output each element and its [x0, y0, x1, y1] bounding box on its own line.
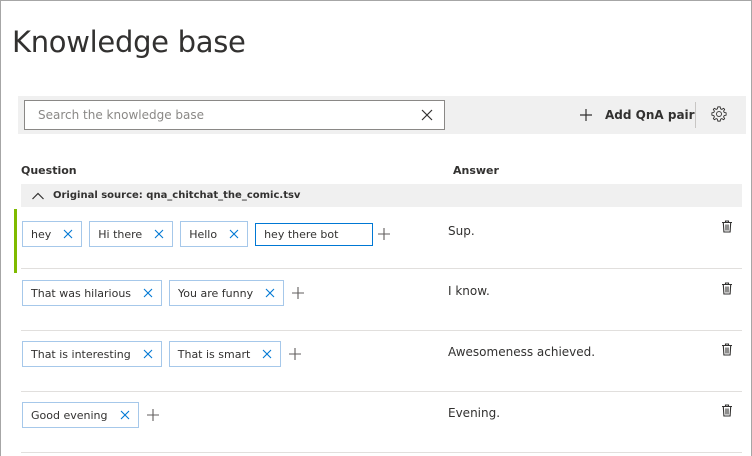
- question-text: Hello: [189, 227, 218, 241]
- remove-question-icon[interactable]: [143, 349, 153, 359]
- qna-row[interactable]: hey Hi there Hello Sup.: [14, 208, 742, 273]
- question-text: hey: [31, 227, 52, 241]
- plus-icon[interactable]: [377, 227, 391, 241]
- column-header-question: Question: [21, 164, 77, 177]
- plus-icon[interactable]: [288, 347, 302, 361]
- question-text: You are funny: [178, 286, 254, 300]
- new-question-input[interactable]: [255, 222, 374, 246]
- qna-row[interactable]: That was hilarious You are funny I know.: [21, 270, 742, 331]
- question-text: Hi there: [98, 227, 143, 241]
- search-input[interactable]: [25, 101, 410, 129]
- add-qna-pair-label: Add QnA pair: [605, 108, 695, 122]
- column-header-answer: Answer: [453, 164, 499, 177]
- question-text: Good evening: [31, 408, 108, 422]
- source-group-header[interactable]: Original source: qna_chitchat_the_comic.…: [21, 184, 742, 207]
- gear-icon[interactable]: [710, 105, 728, 123]
- remove-question-icon[interactable]: [154, 229, 164, 239]
- source-label: Original source: qna_chitchat_the_comic.…: [53, 190, 301, 201]
- search-box: [24, 100, 445, 130]
- question-text: That is smart: [177, 347, 251, 361]
- question-text: That is interesting: [31, 347, 131, 361]
- remove-question-icon[interactable]: [63, 229, 73, 239]
- question-list: Good evening: [22, 402, 160, 428]
- trash-icon[interactable]: [721, 343, 733, 356]
- add-qna-pair-button[interactable]: Add QnA pair: [579, 104, 695, 126]
- question-text: That was hilarious: [31, 286, 132, 300]
- question-tag: That is smart: [168, 341, 282, 367]
- close-icon[interactable]: [420, 108, 434, 122]
- remove-question-icon[interactable]: [143, 288, 153, 298]
- toolbar-divider: [695, 102, 696, 128]
- answer-text[interactable]: Evening.: [448, 406, 500, 420]
- question-tag: That was hilarious: [22, 280, 163, 306]
- question-list: That is interesting That is smart: [22, 341, 302, 367]
- question-list: That was hilarious You are funny: [22, 280, 305, 306]
- question-tag: hey: [22, 221, 83, 247]
- chevron-up-icon[interactable]: [31, 189, 45, 203]
- question-tag: Hi there: [89, 221, 174, 247]
- answer-text[interactable]: Awesomeness achieved.: [448, 345, 595, 359]
- remove-question-icon[interactable]: [120, 410, 130, 420]
- qna-row[interactable]: That is interesting That is smart Awesom…: [21, 331, 742, 392]
- trash-icon[interactable]: [721, 404, 733, 417]
- remove-question-icon[interactable]: [262, 349, 272, 359]
- remove-question-icon[interactable]: [229, 229, 239, 239]
- qna-row[interactable]: Good evening Evening.: [21, 392, 742, 453]
- question-list: hey Hi there Hello: [22, 221, 391, 247]
- plus-icon[interactable]: [146, 408, 160, 422]
- toolbar: Add QnA pair: [18, 96, 746, 134]
- trash-icon[interactable]: [721, 220, 733, 233]
- page-title: Knowledge base: [12, 25, 246, 59]
- app-window: Knowledge base Add QnA pair Question Ans…: [0, 0, 752, 456]
- question-tag: You are funny: [169, 280, 285, 306]
- remove-question-icon[interactable]: [265, 288, 275, 298]
- plus-icon[interactable]: [291, 286, 305, 300]
- plus-icon: [580, 109, 592, 121]
- question-tag: That is interesting: [22, 341, 162, 367]
- answer-text[interactable]: Sup.: [448, 224, 475, 238]
- question-tag: Hello: [180, 221, 249, 247]
- answer-text[interactable]: I know.: [448, 284, 490, 298]
- trash-icon[interactable]: [721, 282, 733, 295]
- question-tag: Good evening: [22, 402, 139, 428]
